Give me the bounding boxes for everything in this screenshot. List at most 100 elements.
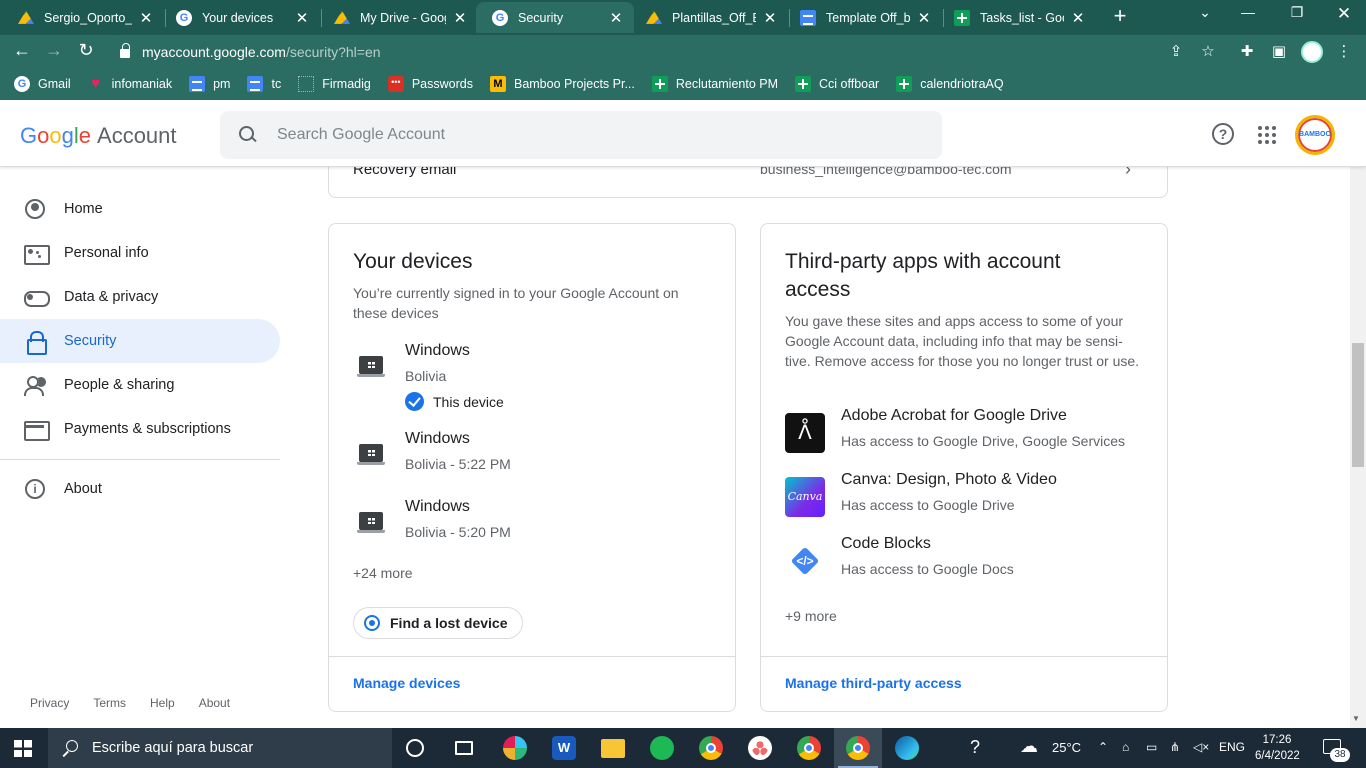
help-tray-icon[interactable]: ? (970, 737, 980, 758)
footer-link-help[interactable]: Help (150, 696, 175, 710)
chrome-icon[interactable] (699, 736, 723, 760)
file-explorer-icon[interactable] (601, 739, 625, 758)
google-apps-icon[interactable] (1258, 126, 1276, 144)
cortana-icon[interactable] (406, 739, 424, 757)
footer-link-privacy[interactable]: Privacy (30, 696, 69, 710)
close-tab-icon[interactable]: ✕ (138, 9, 154, 27)
bookmark-item[interactable]: M Bamboo Projects Pr... (489, 76, 635, 92)
taskbar-clock[interactable]: 17:26 6/4/2022 (1255, 732, 1300, 764)
browser-tab[interactable]: Tasks_list - Goog ✕ (938, 2, 1096, 33)
sidebar-divider (0, 459, 280, 460)
close-tab-icon[interactable]: ✕ (294, 9, 310, 27)
chrome-active-icon[interactable] (846, 736, 870, 760)
third-party-app-item[interactable]: Code Blocks Has access to Google Docs (785, 535, 1145, 581)
laptop-icon (357, 444, 385, 466)
scrollbar-thumb[interactable] (1352, 343, 1364, 467)
url-host: myaccount.google.com (142, 43, 286, 60)
scroll-down-arrow-icon[interactable]: ▼ (1352, 714, 1360, 723)
close-tab-icon[interactable]: ✕ (762, 9, 778, 27)
task-view-icon[interactable] (455, 741, 473, 755)
browser-profile-avatar[interactable] (1301, 41, 1323, 63)
close-tab-icon[interactable]: ✕ (608, 9, 624, 27)
slack-icon[interactable] (503, 736, 527, 760)
account-search-box[interactable] (220, 111, 942, 159)
bookmark-item[interactable]: calendriotraAQ (896, 76, 1004, 92)
share-icon[interactable]: ⇪ (1166, 42, 1186, 60)
bookmark-item[interactable]: Reclutamiento PM (651, 76, 778, 92)
sidebar-item-personal-info[interactable]: Personal info (0, 231, 280, 275)
close-tab-icon[interactable]: ✕ (916, 9, 932, 27)
chevron-up-icon[interactable]: ⌃ (1098, 740, 1108, 754)
search-icon[interactable] (239, 126, 257, 144)
device-name: Windows (405, 430, 470, 447)
chrome-profile-icon[interactable] (797, 736, 821, 760)
close-tab-icon[interactable]: ✕ (452, 9, 468, 27)
browser-tab[interactable]: Template Off_bo ✕ (784, 2, 942, 33)
bookmark-label: Gmail (38, 77, 71, 91)
taskbar-search-box[interactable]: Escribe aquí para buscar (48, 728, 392, 768)
lock-icon[interactable] (120, 43, 130, 58)
bookmark-item[interactable]: pm (189, 76, 230, 92)
bookmark-item[interactable]: G Gmail (14, 76, 71, 92)
minimize-icon[interactable]: — (1236, 4, 1260, 20)
volume-muted-icon[interactable]: ◁× (1193, 740, 1209, 754)
sidebar-item-about[interactable]: About (0, 467, 280, 511)
bookmark-item[interactable]: ••• Passwords (387, 76, 473, 92)
manage-devices-link[interactable]: Manage devices (353, 675, 460, 691)
side-panel-icon[interactable]: ▣ (1269, 42, 1289, 60)
forward-icon[interactable]: → (42, 40, 66, 61)
usb-icon[interactable]: ⌂ (1122, 740, 1129, 754)
browser-tab[interactable]: G Your devices ✕ (160, 2, 320, 33)
sidebar-item-data-privacy[interactable]: Data & privacy (0, 275, 280, 319)
tab-search-chevron-icon[interactable]: ⌄ (1193, 4, 1217, 21)
restore-icon[interactable]: ❐ (1285, 4, 1309, 21)
back-icon[interactable]: ← (10, 40, 34, 61)
google-drive-icon (334, 10, 350, 24)
bookmark-item[interactable]: Firmadig (298, 76, 371, 92)
windows-start-icon[interactable] (14, 740, 32, 757)
third-party-app-item[interactable]: Canva Canva: Design, Photo & Video Has a… (785, 471, 1145, 517)
browser-tab[interactable]: My Drive - Googl ✕ (318, 2, 478, 33)
asana-icon[interactable] (748, 736, 772, 760)
google-docs-icon (800, 9, 816, 26)
bookmark-star-icon[interactable]: ☆ (1198, 42, 1218, 60)
menu-icon[interactable]: ⋮ (1334, 42, 1354, 60)
weather-cloud-icon[interactable]: ☁ (1020, 736, 1038, 757)
network-icon[interactable]: ⋔ (1170, 740, 1180, 754)
extensions-icon[interactable]: ✚ (1237, 42, 1257, 60)
sidebar-item-home[interactable]: Home (0, 187, 280, 231)
footer-link-about[interactable]: About (199, 696, 230, 710)
google-account-logo[interactable]: Google Account (20, 123, 177, 149)
device-item[interactable]: Windows Bolivia - 5:20 PM (353, 498, 713, 546)
device-item[interactable]: Windows Bolivia This device (353, 342, 713, 416)
browser-tab[interactable]: Plantillas_Off_Bo ✕ (630, 2, 788, 33)
help-icon[interactable]: ? (1212, 123, 1234, 145)
browser-tab-active[interactable]: G Security ✕ (476, 2, 634, 33)
bookmark-item[interactable]: tc (247, 76, 281, 92)
close-window-icon[interactable]: ✕ (1332, 4, 1356, 24)
weather-temperature[interactable]: 25°C (1052, 740, 1081, 755)
footer-link-terms[interactable]: Terms (93, 696, 126, 710)
device-item[interactable]: Windows Bolivia - 5:22 PM (353, 430, 713, 478)
sidebar-item-security[interactable]: Security (0, 319, 280, 363)
edge-icon[interactable] (895, 736, 919, 760)
spotify-icon[interactable] (650, 736, 674, 760)
bookmark-item[interactable]: ♥ infomaniak (88, 76, 172, 92)
sidebar-item-payments[interactable]: Payments & subscriptions (0, 407, 280, 451)
sidebar-item-people-sharing[interactable]: People & sharing (0, 363, 280, 407)
manage-third-party-access-link[interactable]: Manage third-party access (785, 675, 962, 691)
new-tab-icon[interactable]: + (1110, 3, 1130, 29)
search-input[interactable] (277, 126, 877, 144)
google-docs-icon (247, 76, 264, 92)
bookmark-item[interactable]: Cci offboar (795, 76, 879, 92)
find-lost-device-button[interactable]: Find a lost device (353, 607, 524, 639)
word-icon[interactable]: W (552, 736, 576, 760)
browser-tab[interactable]: Sergio_Oporto_of ✕ (2, 2, 164, 33)
third-party-app-item[interactable]: ᐰ Adobe Acrobat for Google Drive Has acc… (785, 407, 1145, 453)
account-avatar[interactable]: BAMBOO (1295, 115, 1335, 155)
close-tab-icon[interactable]: ✕ (1070, 9, 1086, 27)
language-indicator[interactable]: ENG (1219, 740, 1245, 754)
battery-icon[interactable]: ▭ (1146, 740, 1157, 754)
reload-icon[interactable]: ↻ (74, 40, 98, 61)
address-bar[interactable]: myaccount.google.com/security?hl=en (108, 38, 1228, 65)
